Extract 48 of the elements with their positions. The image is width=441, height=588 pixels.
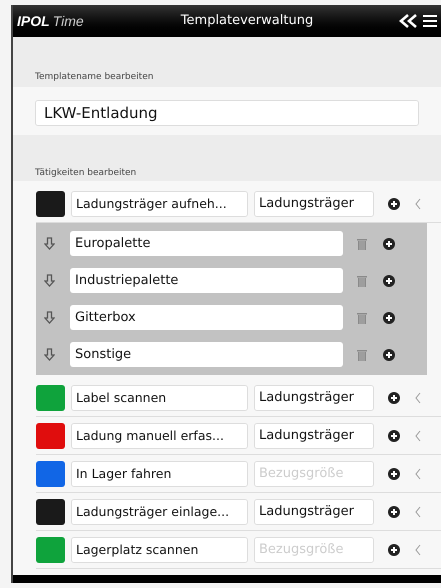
sub-item-field[interactable]: Industriepalette xyxy=(70,268,343,293)
sub-item-field[interactable]: Europalette xyxy=(70,231,343,256)
activity-name-field[interactable]: Lagerplatz scannen xyxy=(71,536,248,562)
color-swatch[interactable] xyxy=(36,422,65,448)
add-icon[interactable] xyxy=(388,392,400,404)
double-chevron-icon[interactable] xyxy=(399,14,419,28)
reference-field[interactable]: Ladungsträger xyxy=(254,498,374,524)
chevron-icon[interactable] xyxy=(415,198,421,210)
activity-name-field[interactable]: Label scannen xyxy=(71,384,248,410)
color-swatch[interactable] xyxy=(36,384,65,410)
down-arrow-icon[interactable] xyxy=(44,274,55,287)
add-icon[interactable] xyxy=(388,506,400,518)
chevron-icon[interactable] xyxy=(415,430,421,442)
activity-name-field[interactable]: Ladung manuell erfas... xyxy=(71,422,248,448)
reference-field[interactable]: Ladungsträger xyxy=(254,422,374,448)
sub-item-field[interactable]: Gitterbox xyxy=(70,305,343,330)
add-icon[interactable] xyxy=(383,348,395,360)
chevron-icon[interactable] xyxy=(415,468,421,480)
color-swatch[interactable] xyxy=(36,536,65,562)
down-arrow-icon[interactable] xyxy=(44,237,55,250)
menu-icon[interactable] xyxy=(423,14,437,28)
add-icon[interactable] xyxy=(383,274,395,286)
section-label: Templatename bearbeiten xyxy=(35,71,154,84)
add-icon[interactable] xyxy=(388,430,400,442)
add-icon[interactable] xyxy=(388,468,400,480)
down-arrow-icon[interactable] xyxy=(44,311,55,324)
section-label: Tätigkeiten bearbeiten xyxy=(35,167,136,180)
color-swatch[interactable] xyxy=(36,190,65,216)
chevron-icon[interactable] xyxy=(415,392,421,404)
window-title: Templateverwaltung xyxy=(180,12,314,30)
logo-text: Time xyxy=(52,12,84,30)
add-icon[interactable] xyxy=(388,544,400,556)
activity-name-field[interactable]: Ladungsträger aufneh... xyxy=(71,190,248,216)
chevron-icon[interactable] xyxy=(415,544,421,556)
activity-name-field[interactable]: Ladungsträger einlage... xyxy=(71,498,248,524)
add-icon[interactable] xyxy=(388,198,400,210)
activity-name-field[interactable]: In Lager fahren xyxy=(71,460,248,486)
template-name-field[interactable]: LKW-Entladung xyxy=(35,100,419,126)
add-icon[interactable] xyxy=(383,312,395,324)
add-icon[interactable] xyxy=(383,238,395,250)
down-arrow-icon[interactable] xyxy=(44,348,55,361)
chevron-icon[interactable] xyxy=(415,506,421,518)
color-swatch[interactable] xyxy=(36,460,65,486)
sub-item-field[interactable]: Sonstige xyxy=(70,342,343,367)
reference-field[interactable]: Ladungsträger xyxy=(254,190,374,216)
color-swatch[interactable] xyxy=(36,498,65,524)
logo-brand: IPOL xyxy=(17,12,50,30)
reference-field[interactable]: Ladungsträger xyxy=(254,384,374,410)
